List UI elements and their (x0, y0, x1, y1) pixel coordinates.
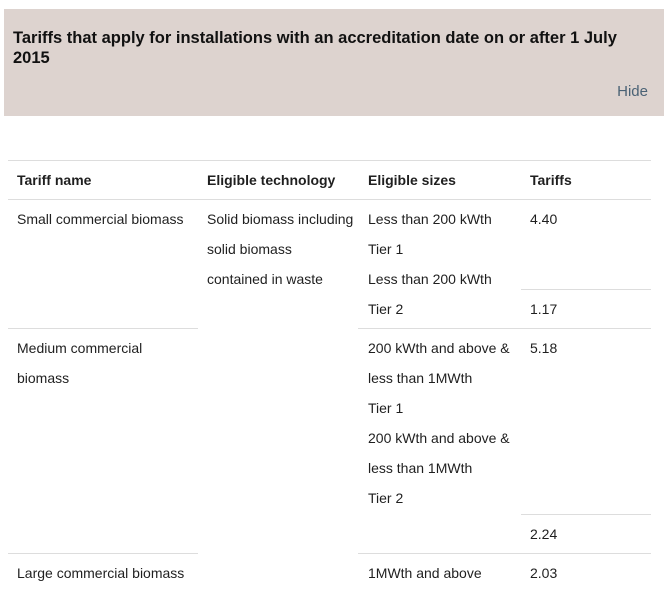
size-line: Tier 2 (368, 301, 404, 317)
row-divider (358, 553, 651, 554)
size-line: Less than 200 kWth (368, 271, 492, 287)
tariff-value: 2.03 (530, 565, 558, 581)
tariff-value: 4.40 (530, 211, 558, 227)
column-header-eligible-technology: Eligible technology (207, 172, 336, 188)
row-divider (358, 328, 651, 329)
row-divider (8, 553, 198, 554)
column-header-eligible-sizes: Eligible sizes (368, 172, 456, 188)
row-divider (8, 328, 198, 329)
size-line: less than 1MWth (368, 460, 473, 476)
tariff-value: 5.18 (530, 340, 558, 356)
hide-link[interactable]: Hide (617, 83, 648, 100)
column-header-tariffs: Tariffs (530, 172, 572, 188)
tariff-name-medium: Medium commercial (17, 340, 143, 356)
tariff-table: Tariff name Eligible technology Eligible… (8, 160, 651, 612)
size-line: 1MWth and above (368, 565, 482, 581)
technology-line: solid biomass (207, 241, 292, 257)
size-line: less than 1MWth (368, 370, 473, 386)
technology-line: Solid biomass including (207, 211, 354, 227)
size-line: Less than 200 kWth (368, 211, 492, 227)
size-line: Tier 1 (368, 400, 404, 416)
size-line: Tier 1 (368, 241, 404, 257)
tariff-name-medium: biomass (17, 370, 70, 386)
row-divider (8, 199, 651, 200)
size-line: Tier 2 (368, 490, 404, 506)
tariff-section-header: Tariffs that apply for installations wit… (4, 9, 664, 116)
tariff-name-large: Large commercial biomass (17, 565, 185, 581)
size-line: 200 kWth and above & (368, 340, 510, 356)
size-line: 200 kWth and above & (368, 430, 510, 446)
tariff-name-small: Small commercial biomass (17, 211, 184, 227)
technology-line: contained in waste (207, 271, 323, 287)
column-header-tariff-name: Tariff name (17, 172, 92, 188)
row-divider (521, 289, 651, 290)
row-divider (521, 514, 651, 515)
section-title: Tariffs that apply for installations wit… (13, 29, 617, 67)
row-divider (8, 160, 651, 161)
tariff-value: 2.24 (530, 526, 558, 542)
tariff-value: 1.17 (530, 301, 558, 317)
